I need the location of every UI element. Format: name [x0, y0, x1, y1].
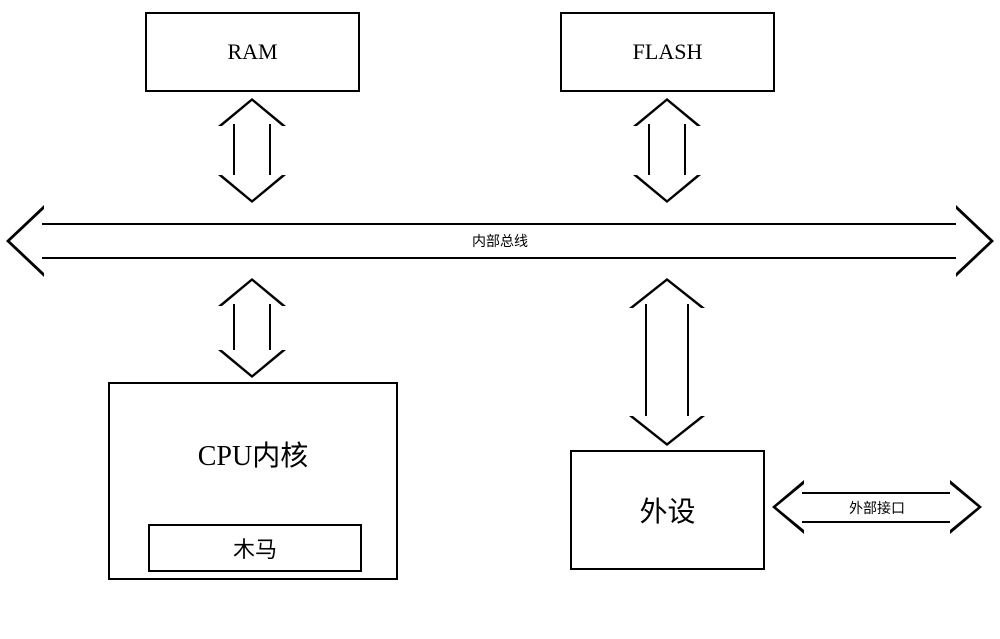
ext-arrow-left-icon [772, 480, 804, 534]
ext-body: 外部接口 [802, 492, 952, 523]
ram-block: RAM [145, 12, 360, 92]
arrow-up-icon [218, 98, 286, 126]
arrow-down-icon [218, 350, 286, 378]
arrow-body [645, 304, 689, 420]
internal-bus: 内部总线 [6, 205, 994, 277]
external-interface-label: 外部接口 [849, 498, 905, 518]
cpu-core-block: CPU内核 木马 [108, 382, 398, 580]
cpu-core-label: CPU内核 [110, 434, 396, 474]
arrow-up-icon [218, 278, 286, 306]
bus-body: 内部总线 [42, 223, 958, 259]
internal-bus-label: 内部总线 [472, 231, 528, 251]
trojan-label: 木马 [233, 532, 277, 564]
peripheral-label: 外设 [639, 490, 695, 530]
arrow-body [233, 124, 271, 177]
arrow-up-icon [633, 98, 701, 126]
arrow-down-icon [633, 175, 701, 203]
peripheral-block: 外设 [570, 450, 765, 570]
architecture-diagram: RAM FLASH 内部总线 CPU内核 木马 外设 [0, 0, 1000, 639]
arrow-body [233, 304, 271, 352]
ext-arrow-right-icon [950, 480, 982, 534]
flash-block: FLASH [560, 12, 775, 92]
bus-arrow-right-icon [956, 205, 994, 277]
external-interface-arrow: 外部接口 [772, 480, 982, 535]
ram-label: RAM [227, 39, 277, 65]
bus-arrow-left-icon [6, 205, 44, 277]
arrow-body [648, 124, 686, 177]
arrow-down-icon [218, 175, 286, 203]
trojan-block: 木马 [148, 524, 362, 572]
arrow-down-icon [629, 416, 705, 446]
flash-label: FLASH [633, 39, 703, 65]
